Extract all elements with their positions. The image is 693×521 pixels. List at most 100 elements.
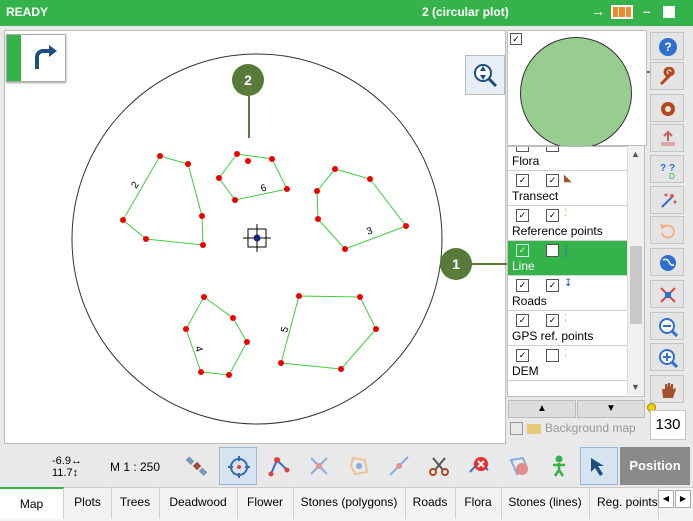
- layer-visible-checkbox[interactable]: ✓: [516, 209, 529, 222]
- folder-icon: [527, 423, 541, 434]
- tab-map[interactable]: Map: [0, 487, 64, 519]
- tab-scroll-left-icon[interactable]: ◀: [658, 490, 674, 508]
- move-vertex-button[interactable]: [300, 447, 338, 485]
- tab-trees[interactable]: Trees: [111, 487, 160, 519]
- layer-visible-checkbox[interactable]: ✓: [516, 314, 529, 327]
- tab-flower[interactable]: Flower: [237, 487, 294, 519]
- layer-item[interactable]: ✓ ✓ ⁚ Reference points: [508, 206, 628, 241]
- map-scale: M 1 : 250: [110, 460, 161, 474]
- tab-stones-lines[interactable]: Stones (lines): [501, 487, 590, 519]
- layer-list[interactable]: ✓✓❦Flora✓✓◣Transect✓✓⁚Reference points✓✓…: [507, 146, 645, 397]
- tab-roads[interactable]: Roads: [405, 487, 456, 519]
- scroll-up-icon[interactable]: ▲: [631, 149, 640, 159]
- globe-button[interactable]: [650, 248, 684, 276]
- layer-editable-checkbox[interactable]: ✓: [546, 244, 559, 257]
- layer-up-button[interactable]: ▲: [508, 400, 576, 418]
- scissors-icon: [429, 457, 449, 476]
- position-button[interactable]: Position: [620, 447, 690, 485]
- layer-item[interactable]: ✓ ✓ ⁚ GPS ref. points: [508, 311, 628, 346]
- layer-item[interactable]: ✓ ✓ ❦ Flora: [508, 147, 628, 171]
- layer-item[interactable]: ✓ ✓ ◣ Transect: [508, 171, 628, 206]
- layer-visible-checkbox[interactable]: ✓: [516, 174, 529, 187]
- pan-button[interactable]: [650, 375, 684, 403]
- layer-label: GPS ref. points: [512, 329, 594, 343]
- zoom-in-button[interactable]: [650, 343, 684, 371]
- split-line-icon: [389, 456, 409, 476]
- layer-visible-checkbox[interactable]: ✓: [516, 349, 529, 362]
- layer-label: DEM: [512, 364, 539, 378]
- layer-label: Flora: [512, 154, 540, 168]
- overview-map[interactable]: ✓: [507, 30, 647, 149]
- layer-label: Transect: [512, 189, 559, 203]
- zoom-out-button[interactable]: [650, 312, 684, 340]
- rotate-map-button[interactable]: [6, 34, 66, 82]
- pointer-tool-button[interactable]: [580, 447, 618, 485]
- polygon-3: [316, 168, 407, 250]
- polygon-6-vertices: [216, 151, 290, 203]
- globe-icon: [660, 255, 676, 271]
- background-map-toggle[interactable]: Background map: [510, 421, 636, 436]
- tab-reg-points[interactable]: Reg. points: [589, 487, 659, 519]
- select-tool-button[interactable]: [650, 186, 684, 214]
- count-display: 130: [650, 410, 686, 440]
- gps-target-button[interactable]: [219, 447, 257, 485]
- layer-label: Roads: [512, 294, 547, 308]
- layer-editable-checkbox[interactable]: ✓: [546, 279, 559, 292]
- polygon-5: [280, 295, 377, 370]
- polygon-2: [122, 155, 204, 246]
- layer-down-button[interactable]: ▼: [577, 400, 645, 418]
- undo-button[interactable]: [650, 216, 684, 244]
- help-attribute-icon: ? ?D: [660, 163, 675, 180]
- tab-flora[interactable]: Flora: [455, 487, 502, 519]
- options-button[interactable]: [650, 94, 684, 122]
- add-vertex-button[interactable]: [260, 447, 298, 485]
- tab-stones-polygons[interactable]: Stones (polygons): [293, 487, 406, 519]
- polygon-3-vertices: [314, 166, 409, 252]
- delete-vertex-button[interactable]: [460, 447, 498, 485]
- layer-separator: [508, 380, 628, 381]
- coordinates-display: -6.9↔ 11.7↕: [52, 455, 82, 479]
- layer-item[interactable]: ✓ ⁚ DEM: [508, 346, 628, 381]
- polygon-label-2: 2: [129, 179, 141, 190]
- layer-editable-checkbox[interactable]: ✓: [546, 174, 559, 187]
- callout-1-line: [470, 263, 510, 265]
- collapse-icon: [660, 287, 676, 303]
- person-location-button[interactable]: [540, 447, 578, 485]
- delete-feature-button[interactable]: [500, 447, 538, 485]
- layer-editable-checkbox[interactable]: ✓: [546, 147, 559, 152]
- svg-text:?: ?: [664, 40, 671, 54]
- help-button[interactable]: ?: [650, 32, 684, 60]
- maximize-button[interactable]: [663, 6, 675, 18]
- satellite-button[interactable]: [178, 447, 216, 485]
- polygon-label-5: 5: [279, 325, 291, 334]
- background-map-label: Background map: [545, 421, 636, 435]
- cut-button[interactable]: [420, 447, 458, 485]
- overview-checkbox[interactable]: ✓: [510, 33, 522, 45]
- tab-deadwood[interactable]: Deadwood: [159, 487, 238, 519]
- polygon-label-3: 3: [365, 225, 374, 237]
- layer-editable-checkbox[interactable]: ✓: [546, 314, 559, 327]
- layer-visible-checkbox[interactable]: ✓: [516, 279, 529, 292]
- export-button[interactable]: [650, 124, 684, 152]
- settings-wrench-button[interactable]: [650, 62, 684, 90]
- tab-plots[interactable]: Plots: [64, 487, 112, 519]
- split-line-button[interactable]: [380, 447, 418, 485]
- layer-item[interactable]: ✓ ✓ ⸾ Line: [508, 241, 628, 276]
- zoom-extent-button[interactable]: [465, 55, 505, 95]
- scroll-down-icon[interactable]: ▼: [631, 382, 640, 392]
- layer-scrollbar[interactable]: ▲ ▼: [627, 146, 644, 395]
- edit-polygon-button[interactable]: [340, 447, 378, 485]
- layer-item[interactable]: ✓ ✓ ↧ Roads: [508, 276, 628, 311]
- attribute-help-button[interactable]: ?? D: [650, 155, 684, 183]
- layer-visible-checkbox[interactable]: ✓: [516, 147, 529, 152]
- edit-polygon-icon: [349, 456, 369, 476]
- minimize-button[interactable]: –: [643, 4, 650, 19]
- layer-editable-checkbox[interactable]: [546, 349, 559, 362]
- layer-editable-checkbox[interactable]: ✓: [546, 209, 559, 222]
- satellite-icon: [185, 456, 208, 476]
- fit-to-extent-button[interactable]: [650, 280, 684, 308]
- layer-visible-checkbox[interactable]: ✓: [516, 244, 529, 257]
- scroll-thumb[interactable]: [630, 246, 642, 324]
- tab-scroll-right-icon[interactable]: ▶: [675, 490, 691, 508]
- background-map-checkbox[interactable]: [510, 422, 523, 436]
